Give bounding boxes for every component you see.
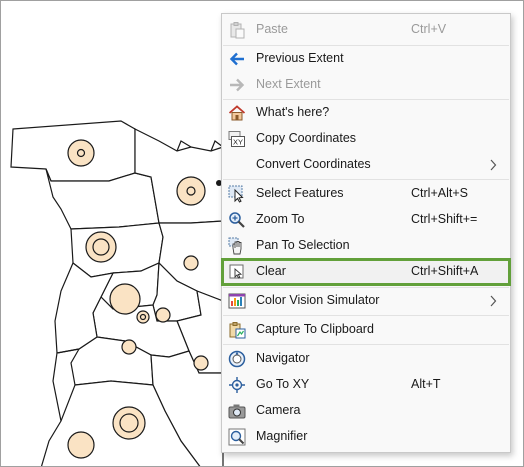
menu-item-camera[interactable]: Camera xyxy=(223,399,509,423)
camera-icon xyxy=(228,404,246,419)
menu-item-magnifier[interactable]: Magnifier xyxy=(223,425,509,449)
menu-item-label: Next Extent xyxy=(256,77,321,91)
menu-item-label: Clear xyxy=(256,264,286,278)
map-symbol xyxy=(183,255,199,271)
map-view[interactable]: Paste Ctrl+V Previous Extent Next Extent… xyxy=(0,0,524,467)
navigator-icon xyxy=(228,350,246,368)
xy-coordinates-icon: XY xyxy=(228,131,245,147)
menu-separator xyxy=(223,45,509,46)
menu-item-label: Select Features xyxy=(256,186,344,200)
menu-item-copy-coordinates[interactable]: XY Copy Coordinates xyxy=(223,127,509,151)
back-arrow-icon xyxy=(229,52,244,66)
chevron-right-icon xyxy=(490,295,497,307)
zoom-to-icon xyxy=(229,212,245,228)
menu-item-zoom-to[interactable]: Zoom To Ctrl+Shift+= xyxy=(223,208,509,232)
menu-item-label: Convert Coordinates xyxy=(256,157,371,171)
menu-item-label: Navigator xyxy=(256,351,310,365)
crosshair-icon xyxy=(229,377,245,393)
menu-item-shortcut: Ctrl+Shift+= xyxy=(411,212,478,226)
menu-item-next-extent[interactable]: Next Extent xyxy=(223,73,509,97)
house-icon xyxy=(228,105,246,121)
menu-item-shortcut: Ctrl+V xyxy=(411,22,447,36)
map-symbol xyxy=(155,307,171,323)
menu-item-label: Capture To Clipboard xyxy=(256,322,374,336)
menu-item-select-features[interactable]: Select Features Ctrl+Alt+S xyxy=(223,182,509,206)
menu-item-convert-coordinates[interactable]: Convert Coordinates xyxy=(223,153,509,177)
menu-item-label: Camera xyxy=(256,403,301,417)
menu-item-pan-to-selection[interactable]: Pan To Selection xyxy=(223,234,509,258)
map-symbol xyxy=(109,283,141,315)
menu-item-capture-to-clipboard[interactable]: Capture To Clipboard xyxy=(223,318,509,342)
menu-item-label: Go To XY xyxy=(256,377,310,391)
menu-item-previous-extent[interactable]: Previous Extent xyxy=(223,47,509,71)
select-cursor-icon xyxy=(228,185,244,203)
map-symbol xyxy=(67,431,95,459)
hand-icon xyxy=(228,237,242,255)
forward-arrow-icon xyxy=(230,78,245,92)
menu-item-paste[interactable]: Paste Ctrl+V xyxy=(223,18,509,42)
menu-item-shortcut: Alt+T xyxy=(411,377,441,391)
menu-item-whats-here[interactable]: What's here? xyxy=(223,101,509,125)
menu-item-label: Paste xyxy=(256,22,288,36)
menu-item-go-to-xy[interactable]: Go To XY Alt+T xyxy=(223,373,509,397)
menu-separator xyxy=(223,179,509,180)
map-symbol xyxy=(121,339,137,355)
menu-item-shortcut: Ctrl+Alt+S xyxy=(411,186,468,200)
context-menu: Paste Ctrl+V Previous Extent Next Extent… xyxy=(221,13,511,453)
menu-item-label: Zoom To xyxy=(256,212,305,226)
menu-separator xyxy=(223,344,509,345)
menu-separator xyxy=(223,287,509,288)
menu-item-label: What's here? xyxy=(256,105,330,119)
map-symbol xyxy=(193,355,209,371)
menu-item-label: Previous Extent xyxy=(256,51,344,65)
color-vision-icon xyxy=(228,293,246,309)
menu-item-clear[interactable]: Clear Ctrl+Shift+A xyxy=(221,258,511,286)
menu-item-color-vision-simulator[interactable]: Color Vision Simulator xyxy=(223,289,509,313)
menu-item-label: Copy Coordinates xyxy=(256,131,357,145)
svg-text:XY: XY xyxy=(233,138,243,147)
menu-separator xyxy=(223,315,509,316)
menu-item-label: Color Vision Simulator xyxy=(256,293,380,307)
menu-separator xyxy=(223,99,509,100)
menu-item-label: Magnifier xyxy=(256,429,308,443)
clipboard-capture-icon xyxy=(229,322,246,339)
paste-icon xyxy=(230,22,245,39)
menu-item-shortcut: Ctrl+Shift+A xyxy=(411,264,479,278)
clear-selection-icon xyxy=(229,264,244,279)
chevron-right-icon xyxy=(490,159,497,171)
menu-item-navigator[interactable]: Navigator xyxy=(223,347,509,371)
magnifier-icon xyxy=(228,428,246,446)
menu-item-label: Pan To Selection xyxy=(256,238,350,252)
